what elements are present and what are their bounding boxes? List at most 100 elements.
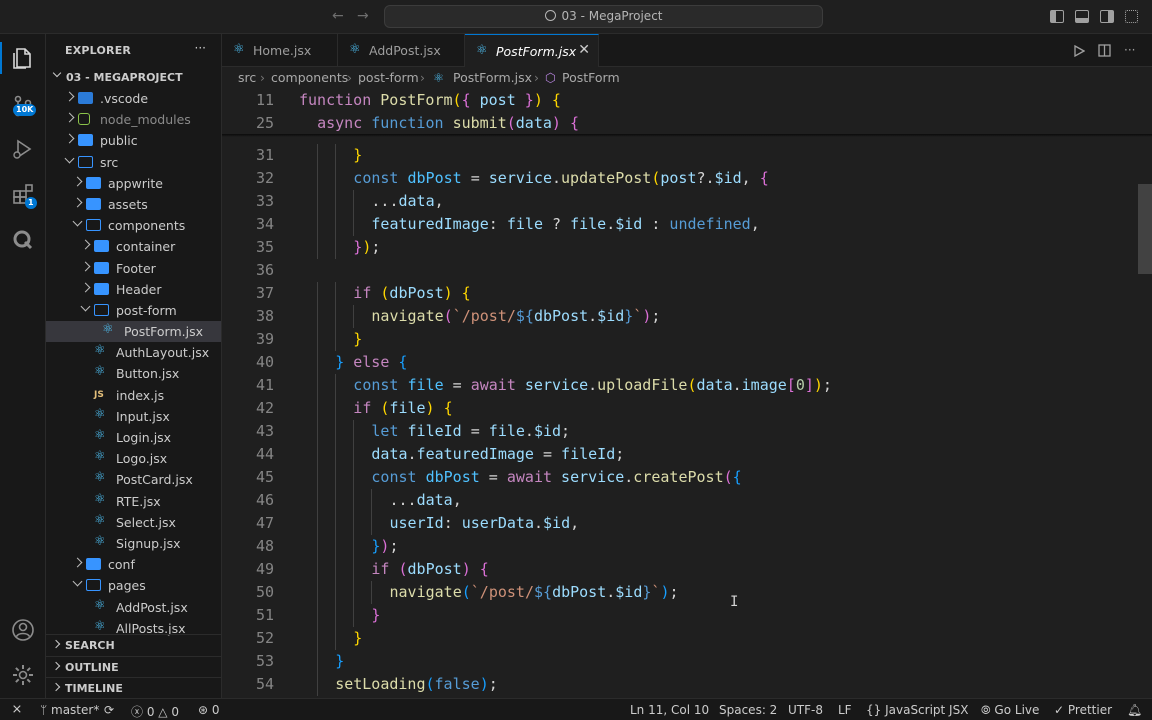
tree-item[interactable]: ⚛ Select.jsx: [46, 512, 221, 533]
tree-item[interactable]: post-form: [46, 300, 221, 321]
tab-home[interactable]: ⚛ Home.jsx: [222, 34, 338, 67]
manage-gear-icon[interactable]: [11, 663, 35, 687]
indent-guide: [317, 650, 319, 673]
code-token: image: [741, 376, 787, 394]
breadcrumb-item[interactable]: PostForm: [562, 70, 620, 85]
forward-arrow-icon[interactable]: →: [357, 8, 369, 24]
tree-item[interactable]: .vscode: [46, 88, 221, 109]
run-icon[interactable]: [1074, 45, 1085, 57]
code-line: 51}: [222, 604, 1152, 627]
branch-status[interactable]: ᛘ master*: [40, 703, 99, 717]
remote-indicator[interactable]: ⨯: [0, 699, 34, 720]
tree-item[interactable]: Header: [46, 279, 221, 300]
tree-item[interactable]: public: [46, 130, 221, 151]
code-line: 36: [222, 259, 1152, 282]
code-text: }: [353, 330, 362, 348]
tree-item-label: Button.jsx: [116, 366, 180, 382]
tree-item-label: Footer: [116, 260, 156, 276]
code-line: 32 const dbPost = service.updatePost(post…: [222, 167, 1152, 190]
breadcrumb-item[interactable]: components: [271, 70, 348, 85]
accounts-icon[interactable]: [11, 618, 35, 642]
cursor-position[interactable]: Ln 11, Col 10: [630, 703, 709, 717]
code-line: 40} else {: [222, 351, 1152, 374]
indent-guide: [335, 374, 337, 397]
tree-item[interactable]: node_modules: [46, 109, 221, 130]
tree-item[interactable]: ⚛ RTE.jsx: [46, 491, 221, 512]
tree-item[interactable]: ⚛ Input.jsx: [46, 406, 221, 427]
code-token: dbPost: [407, 169, 462, 187]
code-text: if (file) {: [353, 399, 452, 417]
indent-guide: [335, 535, 337, 558]
go-live-button[interactable]: ⦾ Go Live: [981, 703, 1039, 718]
explorer-sidebar: EXPLORER ··· 03 - MEGAPROJECT .vscode nod…: [46, 34, 222, 698]
code-token: else: [353, 353, 399, 371]
breadcrumb-item[interactable]: post-form: [358, 70, 419, 85]
section-search[interactable]: SEARCH: [46, 634, 221, 655]
eol-status[interactable]: LF: [838, 703, 852, 717]
code-text: ...data,: [390, 491, 462, 509]
code-text: let fileId = file.$id;: [371, 422, 570, 440]
code-token: ...: [389, 491, 417, 509]
indentation-status[interactable]: Spaces: 2: [719, 703, 777, 717]
tree-item[interactable]: conf: [46, 554, 221, 575]
problems-status[interactable]: ⓧ 0 △ 0: [131, 703, 179, 720]
tree-item[interactable]: src: [46, 152, 221, 173]
tree-item[interactable]: ⚛ PostCard.jsx: [46, 469, 221, 490]
breadcrumb-item[interactable]: src: [238, 70, 256, 85]
section-outline[interactable]: OUTLINE: [46, 656, 221, 677]
indent-guide: [335, 328, 337, 351]
breadcrumb-item[interactable]: PostForm.jsx: [453, 70, 532, 85]
prettier-status[interactable]: ✓ Prettier: [1054, 703, 1112, 717]
section-timeline[interactable]: TIMELINE: [46, 677, 221, 698]
tree-item[interactable]: ⚛ PostForm.jsx: [46, 321, 221, 343]
close-tab-icon[interactable]: ✕: [578, 42, 590, 58]
project-root-header[interactable]: 03 - MEGAPROJECT: [46, 67, 221, 88]
tree-item[interactable]: pages: [46, 575, 221, 596]
quokka-icon[interactable]: [11, 228, 35, 252]
tree-item[interactable]: Footer: [46, 258, 221, 279]
toggle-secondary-sidebar-icon[interactable]: [1100, 10, 1114, 23]
toggle-primary-sidebar-icon[interactable]: [1050, 10, 1064, 23]
code-token: fileId: [561, 445, 616, 463]
tree-item[interactable]: ⚛ Signup.jsx: [46, 533, 221, 554]
sync-icon[interactable]: ⟳: [104, 703, 114, 717]
tree-item[interactable]: ⚛ AuthLayout.jsx: [46, 342, 221, 363]
more-actions-icon[interactable]: ···: [195, 41, 206, 55]
tree-item[interactable]: appwrite: [46, 173, 221, 194]
code-token: ]: [804, 376, 814, 394]
more-actions-icon[interactable]: ···: [1124, 43, 1135, 57]
extensions-badge: 1: [25, 197, 37, 209]
tree-item[interactable]: ⚛ Button.jsx: [46, 363, 221, 384]
tree-item[interactable]: assets: [46, 194, 221, 215]
tree-item[interactable]: container: [46, 236, 221, 257]
tree-item[interactable]: ⚛ AddPost.jsx: [46, 597, 221, 618]
code-token: ): [443, 284, 453, 302]
explorer-icon[interactable]: [11, 46, 35, 70]
indent-guide: [335, 489, 337, 512]
command-center-search[interactable]: 03 - MegaProject: [384, 5, 823, 28]
code-editor[interactable]: 31} 32 const dbPost = service.updatePost(p…: [222, 89, 1152, 698]
language-mode[interactable]: {} JavaScript JSX: [866, 703, 968, 717]
code-token: submit: [452, 114, 507, 132]
tree-item-label: Logo.jsx: [116, 451, 168, 467]
tree-item[interactable]: ⚛ Logo.jsx: [46, 448, 221, 469]
tree-item[interactable]: JS index.js: [46, 385, 221, 406]
run-debug-icon[interactable]: [11, 137, 35, 161]
file-tree: .vscode node_modules public src appwrite asse…: [46, 88, 221, 639]
notifications-bell-icon[interactable]: 🔔︎: [1127, 703, 1142, 717]
indent-guide: [353, 213, 355, 236]
toggle-panel-icon[interactable]: [1075, 10, 1089, 23]
line-number: 42: [255, 399, 274, 417]
ports-status[interactable]: ⊛ 0: [198, 703, 220, 717]
customize-layout-icon[interactable]: [1125, 10, 1138, 23]
code-token: {: [759, 169, 769, 187]
split-editor-icon[interactable]: [1098, 44, 1111, 57]
tree-item[interactable]: ⚛ Login.jsx: [46, 427, 221, 448]
tab-addpost[interactable]: ⚛ AddPost.jsx: [338, 34, 465, 67]
vertical-scrollbar[interactable]: [1138, 184, 1152, 274]
encoding-status[interactable]: UTF-8: [788, 703, 823, 717]
tab-postform[interactable]: ⚛ PostForm.jsx ✕: [465, 34, 599, 67]
back-arrow-icon[interactable]: ←: [332, 8, 344, 24]
code-token: ): [551, 114, 561, 132]
tree-item[interactable]: components: [46, 215, 221, 236]
